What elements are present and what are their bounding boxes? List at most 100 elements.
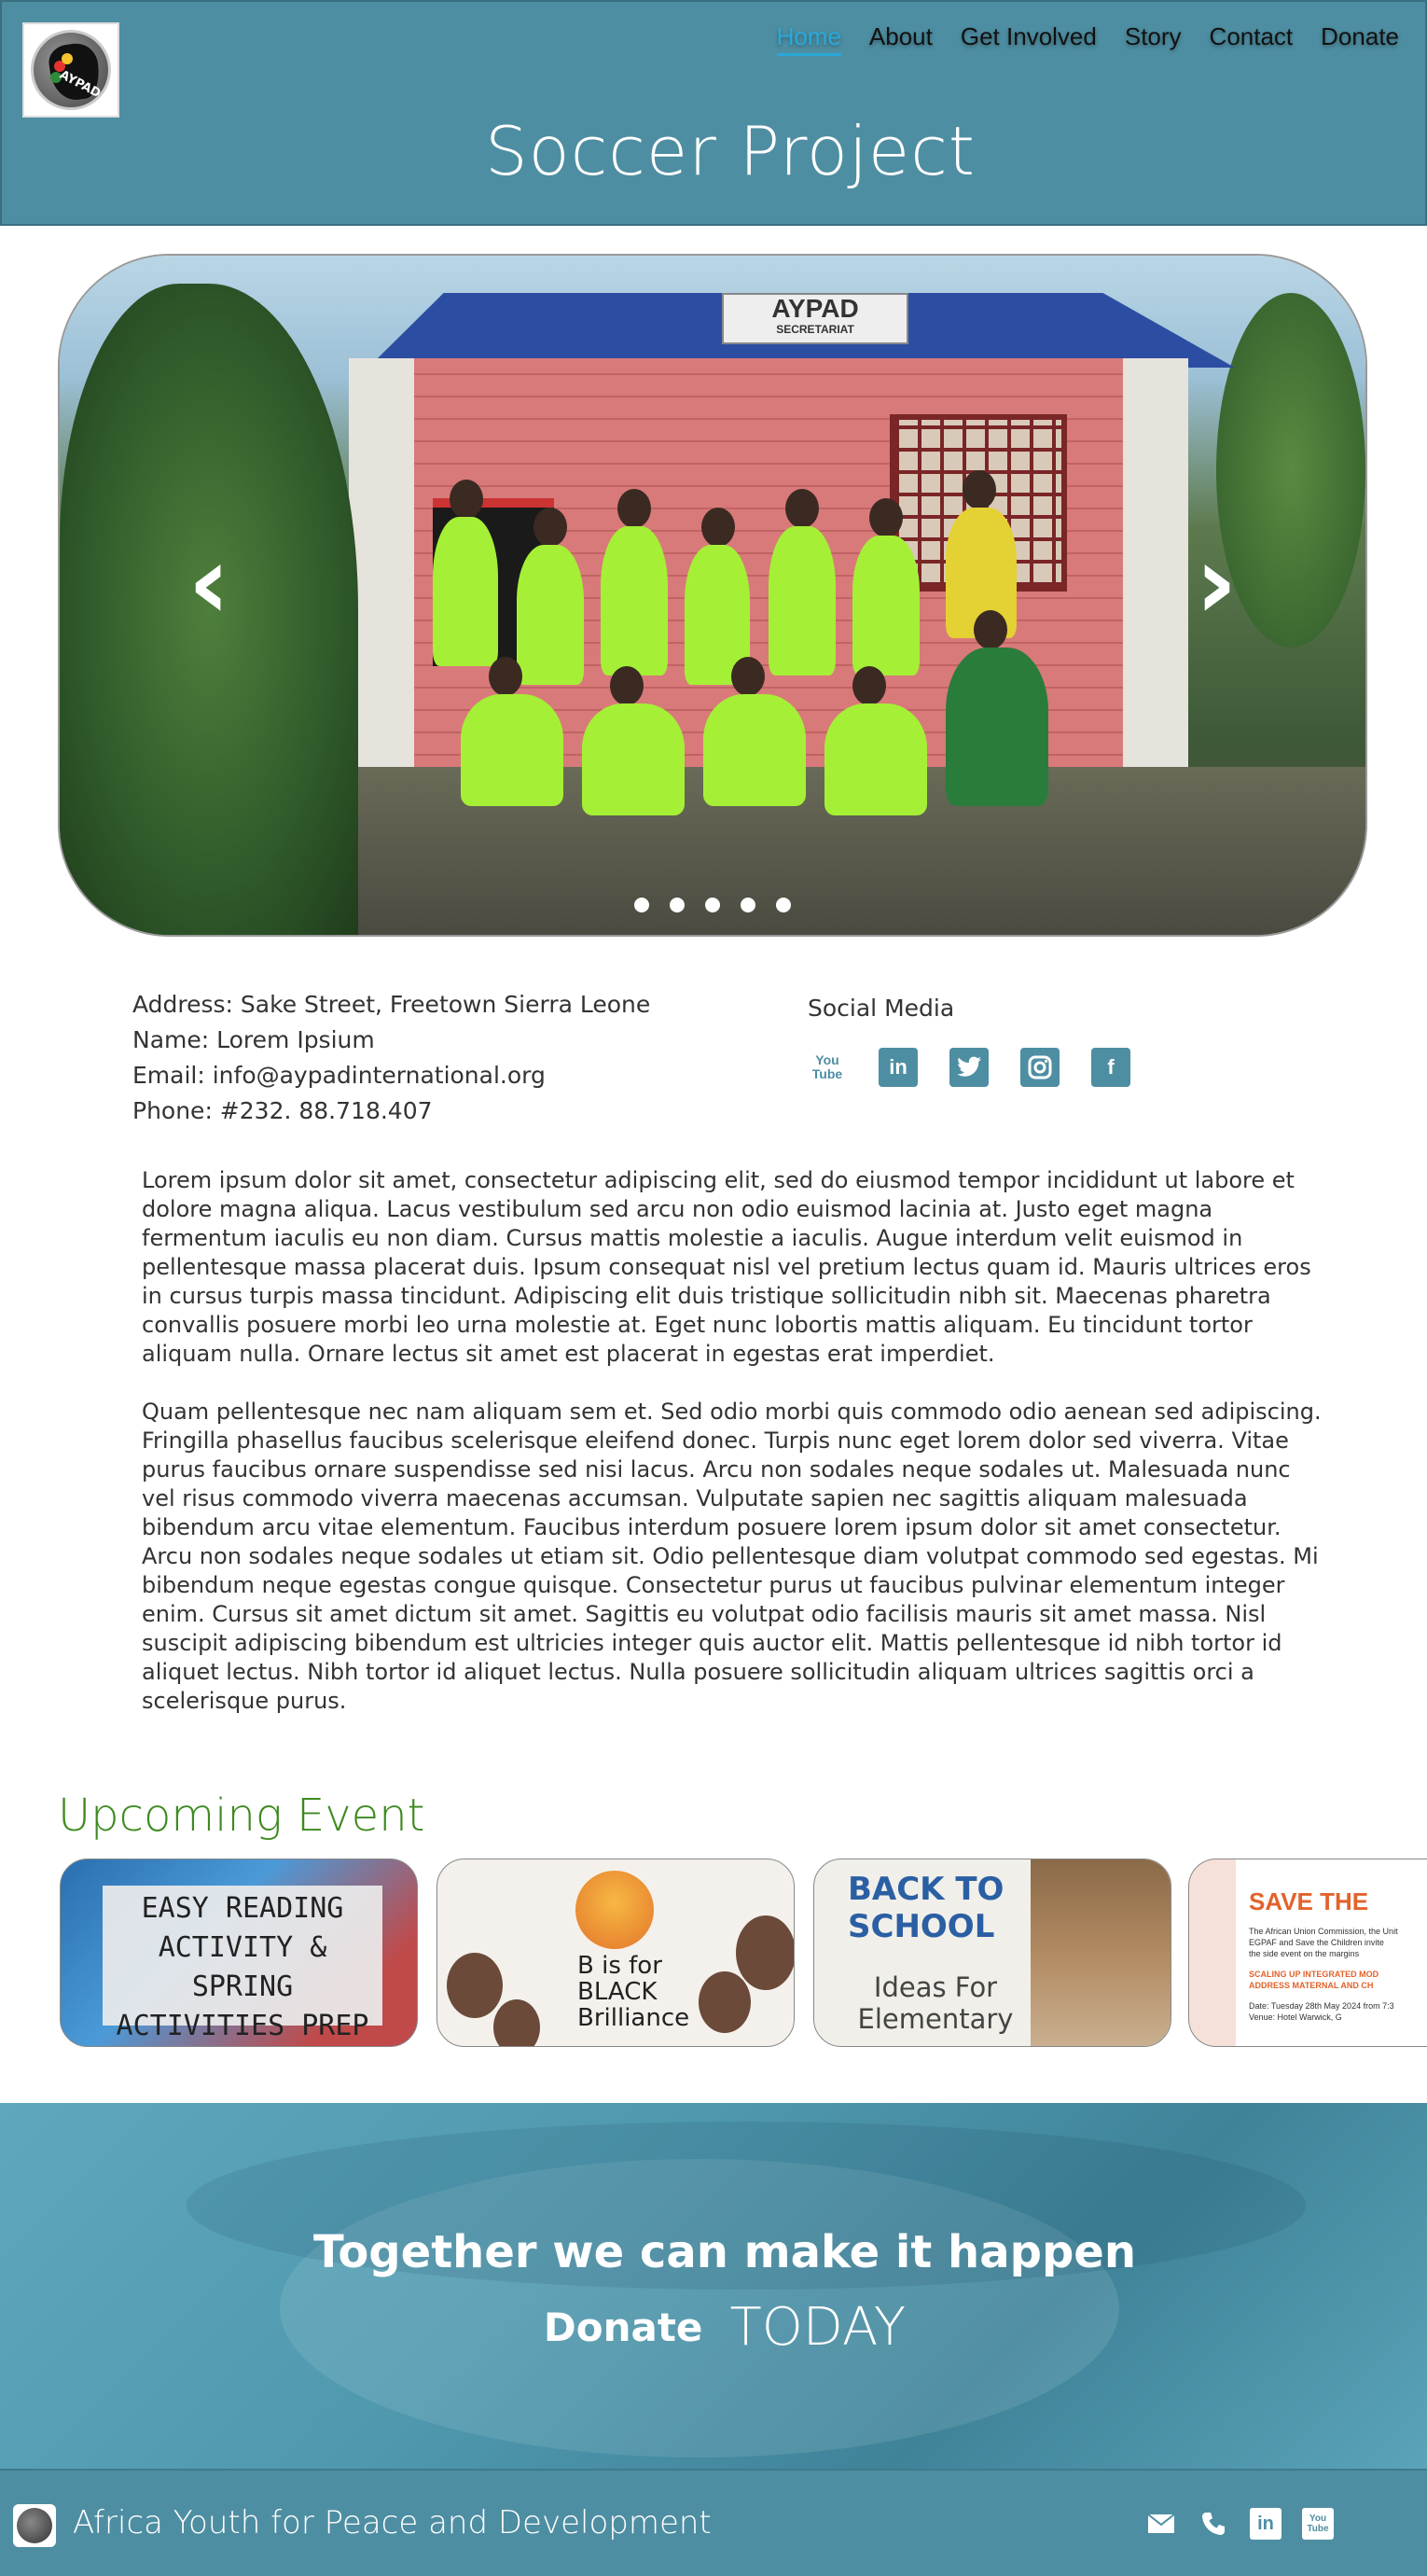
banner-donate-link[interactable]: Donate [544, 2304, 703, 2350]
player-figure [769, 526, 836, 675]
carousel-dot[interactable] [741, 898, 755, 912]
event-card-details: Date: Tuesday 28th May 2024 from 7:3 Ven… [1249, 2000, 1427, 2023]
contact-email[interactable]: Email: info@aypadinternational.org [132, 1058, 785, 1093]
nav-contact[interactable]: Contact [1210, 22, 1294, 56]
child-photo [447, 1953, 503, 2018]
carousel-dot[interactable] [705, 898, 720, 912]
footer-icons: in You Tube [1145, 2508, 1334, 2540]
child-photo [493, 1999, 540, 2046]
player-head [974, 610, 1007, 649]
carousel-indicators [60, 898, 1365, 912]
photo-team [414, 470, 1086, 935]
player-head [785, 489, 819, 528]
article-body: Lorem ipsum dolor sit amet, consectetur … [142, 1166, 1326, 1716]
banner-headline: Together we can make it happen [312, 2226, 1137, 2278]
event-card-title: SAVE THE [1249, 1887, 1369, 1915]
article-paragraph: Lorem ipsum dolor sit amet, consectetur … [142, 1167, 1311, 1367]
banner-cta: Donate TODAY [0, 2297, 1427, 2358]
event-line: Brilliance [577, 2004, 690, 2032]
player-figure [517, 545, 584, 685]
photo-sign-text: AYPAD [771, 294, 859, 323]
event-line: The African Union Commission, the Unit [1249, 1927, 1398, 1936]
phone-icon[interactable] [1198, 2508, 1229, 2540]
event-line: EGPAF and Save the Children invite [1249, 1938, 1384, 1947]
carousel-prev-arrow-icon[interactable]: ‹ [181, 531, 237, 634]
site-footer: Africa Youth for Peace and Development i… [0, 2469, 1427, 2576]
twitter-icon[interactable] [949, 1048, 989, 1087]
event-card-title: BACK TO SCHOOL [848, 1871, 1004, 1945]
event-line: Venue: Hotel Warwick, G [1249, 2012, 1342, 2022]
player-figure [824, 703, 927, 815]
social-title: Social Media [808, 995, 955, 1022]
event-card-back-to-school[interactable]: BACK TO SCHOOL Ideas For Elementary [813, 1859, 1171, 2047]
contact-phone[interactable]: Phone: #232. 88.718.407 [132, 1093, 785, 1129]
mail-icon[interactable] [1145, 2508, 1177, 2540]
player-head [963, 470, 996, 509]
event-card-text: B is for BLACK Brilliance [577, 1953, 689, 2031]
carousel-dot[interactable] [634, 898, 649, 912]
image-carousel[interactable]: AYPAD SECRETARIAT ‹ › [58, 254, 1367, 937]
linkedin-icon[interactable]: in [1250, 2508, 1282, 2540]
player-head [450, 480, 483, 519]
nav-story[interactable]: Story [1125, 22, 1182, 56]
player-figure [601, 526, 668, 675]
logo-dot-yellow [62, 53, 73, 64]
nav-get-involved[interactable]: Get Involved [961, 22, 1097, 56]
logo-emblem: AYPAD [31, 30, 111, 110]
player-figure [852, 536, 920, 675]
photo-sign: AYPAD SECRETARIAT [722, 293, 908, 344]
event-card-text: The African Union Commission, the Unit E… [1249, 1926, 1427, 1959]
social-icons: You Tube in f [808, 1048, 1181, 1087]
event-card-highlight: SCALING UP INTEGRATED MOD ADDRESS MATERN… [1249, 1969, 1427, 1991]
event-line: SCALING UP INTEGRATED MOD [1249, 1970, 1379, 1979]
event-card-black-brilliance[interactable]: B is for BLACK Brilliance [436, 1859, 795, 2047]
event-card-save-the-date[interactable]: SAVE THE The African Union Commission, t… [1188, 1859, 1427, 2047]
event-line: EASY READING [141, 1892, 344, 1925]
nav-about[interactable]: About [869, 22, 933, 56]
event-card-reading[interactable]: EASY READING ACTIVITY & SPRING ACTIVITIE… [60, 1859, 418, 2047]
player-head [533, 508, 567, 547]
school-supplies-photo [1031, 1859, 1171, 2046]
child-photo [736, 1915, 794, 1990]
carousel-dot[interactable] [670, 898, 685, 912]
carousel-dot[interactable] [776, 898, 791, 912]
carousel-next-arrow-icon[interactable]: › [1188, 531, 1244, 634]
facebook-icon[interactable]: f [1091, 1048, 1130, 1087]
player-head [617, 489, 651, 528]
site-logo[interactable]: AYPAD [22, 22, 119, 118]
player-head [489, 657, 522, 696]
youtube-icon[interactable]: You Tube [808, 1048, 847, 1087]
player-head [852, 666, 886, 705]
footer-logo-emblem [17, 2508, 52, 2543]
player-head [731, 657, 765, 696]
nav-donate[interactable]: Donate [1321, 22, 1399, 56]
contact-address: Address: Sake Street, Freetown Sierra Le… [132, 991, 651, 1018]
player-head [869, 498, 903, 537]
sun-illustration [575, 1871, 654, 1949]
event-line: Date: Tuesday 28th May 2024 from 7:3 [1249, 2001, 1394, 2011]
event-line: ACTIVITY & SPRING [158, 1931, 327, 2003]
footer-logo[interactable] [13, 2504, 56, 2547]
banner-today: TODAY [729, 2297, 907, 2358]
event-card-text: EASY READING ACTIVITY & SPRING ACTIVITIE… [103, 1886, 382, 2042]
photo-sign-subtext: SECRETARIAT [776, 323, 854, 336]
main-nav: Home About Get Involved Story Contact Do… [776, 22, 1399, 56]
event-line: ADDRESS MATERNAL AND CH [1249, 1981, 1374, 1990]
site-header: AYPAD Home About Get Involved Story Cont… [0, 0, 1427, 226]
player-figure [703, 694, 806, 806]
contact-name: Name: Lorem Ipsium [132, 1026, 375, 1053]
event-line: the side event on the margins [1249, 1949, 1360, 1958]
child-photo [699, 1971, 751, 2033]
social-media: Social Media You Tube in f [808, 995, 1181, 1087]
youtube-icon[interactable]: You Tube [1302, 2508, 1334, 2540]
player-figure [461, 694, 563, 806]
event-line: ACTIVITIES PREP [116, 2010, 369, 2042]
linkedin-icon[interactable]: in [879, 1048, 918, 1087]
event-line: BLACK [577, 1978, 658, 2006]
contact-info: Address: Sake Street, Freetown Sierra Le… [132, 987, 785, 1129]
instagram-icon[interactable] [1020, 1048, 1060, 1087]
player-figure [946, 647, 1048, 806]
nav-home[interactable]: Home [776, 22, 841, 56]
player-figure [582, 703, 685, 815]
page-title: Soccer Project [484, 112, 977, 190]
